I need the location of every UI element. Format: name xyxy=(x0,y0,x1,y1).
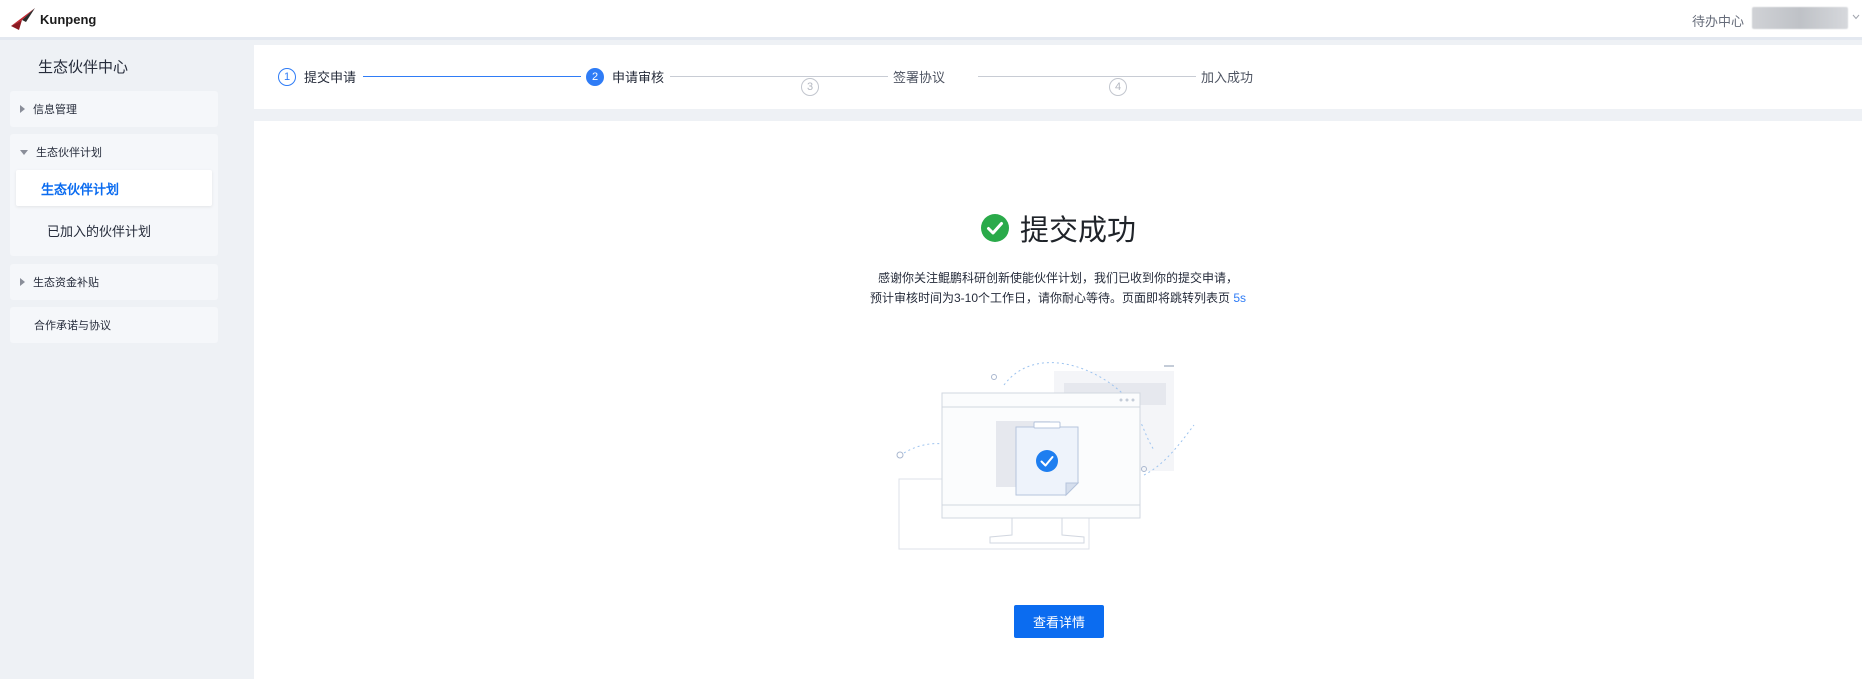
top-bar: Kunpeng 待办中心 xyxy=(0,0,1862,40)
step-number: 1 xyxy=(278,67,296,86)
sidebar-group-header[interactable]: 生态伙伴计划 xyxy=(10,134,218,170)
step-review: 2 申请审核 xyxy=(586,67,664,86)
caret-down-icon xyxy=(20,149,28,155)
step-sign: 3 签署协议 xyxy=(801,67,946,96)
kunpeng-logo-icon xyxy=(11,8,35,30)
step-number: 2 xyxy=(586,67,604,86)
view-details-button[interactable]: 查看详情 xyxy=(1014,605,1104,638)
sidebar-group-info-management[interactable]: 信息管理 xyxy=(10,91,218,127)
result-message-text: 预计审核时间为3-10个工作日，请你耐心等待。页面即将跳转列表页 xyxy=(869,291,1234,305)
result-message-line-1: 感谢你关注鲲鹏科研创新使能伙伴计划，我们已收到你的提交申请， xyxy=(877,271,1238,285)
step-label: 申请审核 xyxy=(612,70,665,85)
step-label: 签署协议 xyxy=(893,70,946,85)
sidebar-item-joined-plans[interactable]: 已加入的伙伴计划 xyxy=(16,212,212,248)
logo[interactable]: Kunpeng xyxy=(10,6,96,32)
logo-text: Kunpeng xyxy=(40,11,97,27)
sidebar-group-label: 合作承诺与协议 xyxy=(34,320,111,332)
step-connector xyxy=(978,76,1196,77)
progress-steps: 1 提交申请 2 申请审核 3 签署协议 4 加入成功 xyxy=(254,45,1862,109)
result-message-line-2: 预计审核时间为3-10个工作日，请你耐心等待。页面即将跳转列表页 5s xyxy=(254,289,1862,306)
step-connector xyxy=(670,76,888,77)
sidebar-group-funding-subsidy[interactable]: 生态资金补贴 xyxy=(10,264,218,300)
sidebar-group-partner-plan: 生态伙伴计划 生态伙伴计划 已加入的伙伴计划 xyxy=(10,134,218,256)
sidebar-group-label: 信息管理 xyxy=(33,104,77,116)
chevron-down-icon[interactable] xyxy=(1852,13,1860,21)
step-join: 4 加入成功 xyxy=(1109,67,1254,96)
sidebar-item-partner-plan[interactable]: 生态伙伴计划 xyxy=(16,170,212,206)
sidebar-group-header[interactable]: 信息管理 xyxy=(10,91,218,127)
redirect-countdown: 5s xyxy=(1233,291,1247,305)
submitted-illustration xyxy=(896,362,1195,550)
check-circle-icon xyxy=(980,214,1009,242)
success-heading: 提交成功 xyxy=(254,207,1862,249)
user-menu[interactable] xyxy=(1752,7,1848,29)
caret-right-icon xyxy=(20,278,25,286)
step-label: 加入成功 xyxy=(1201,70,1254,85)
sidebar-group-label: 生态伙伴计划 xyxy=(36,147,102,159)
sidebar-group-label: 生态资金补贴 xyxy=(33,277,99,289)
sidebar: 生态伙伴中心 信息管理 生态伙伴计划 生态伙伴计划 已加入的伙伴计划 生态资金补… xyxy=(0,43,254,679)
step-number: 4 xyxy=(1109,78,1128,96)
sidebar-group-header[interactable]: 生态资金补贴 xyxy=(10,264,218,300)
caret-right-icon xyxy=(20,105,25,113)
document-graphic xyxy=(1015,421,1080,497)
todo-center-link[interactable]: 待办中心 xyxy=(1692,11,1744,30)
sidebar-title: 生态伙伴中心 xyxy=(38,59,129,76)
step-submit: 1 提交申请 xyxy=(278,67,356,86)
sidebar-group-header[interactable]: 合作承诺与协议 xyxy=(10,307,218,343)
step-label: 提交申请 xyxy=(304,70,357,85)
step-number: 3 xyxy=(801,78,820,96)
sidebar-group-agreements[interactable]: 合作承诺与协议 xyxy=(10,307,218,343)
success-title: 提交成功 xyxy=(1019,215,1136,247)
result-card: 提交成功 感谢你关注鲲鹏科研创新使能伙伴计划，我们已收到你的提交申请， 预计审核… xyxy=(254,121,1862,679)
step-connector-done xyxy=(363,76,581,77)
